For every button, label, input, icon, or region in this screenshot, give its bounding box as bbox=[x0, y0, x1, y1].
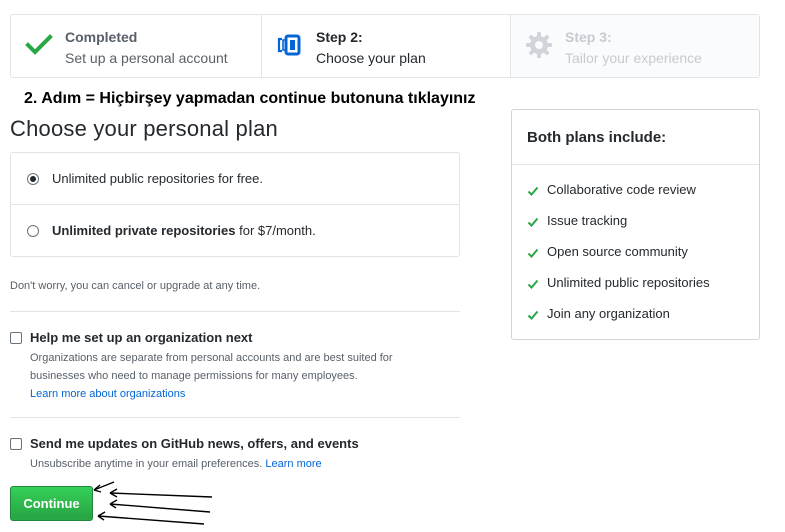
checkmark-icon bbox=[25, 34, 53, 55]
check-icon bbox=[527, 217, 539, 227]
repo-plan-icon bbox=[277, 34, 301, 56]
signup-steps: Completed Set up a personal account Step… bbox=[10, 14, 760, 78]
page-title: Choose your personal plan bbox=[10, 116, 278, 141]
step-2: Step 2: Choose your plan bbox=[261, 15, 510, 77]
list-item: Open source community bbox=[527, 244, 710, 275]
step-subtitle: Tailor your experience bbox=[565, 50, 702, 66]
step-completed: Completed Set up a personal account bbox=[11, 15, 261, 77]
step-title: Step 2: bbox=[316, 29, 363, 45]
list-item: Join any organization bbox=[527, 306, 710, 337]
panel-header: Both plans include: bbox=[512, 110, 759, 165]
feature-label: Unlimited public repositories bbox=[547, 275, 710, 290]
gear-icon bbox=[526, 32, 552, 58]
plans-include-panel: Both plans include: Collaborative code r… bbox=[511, 109, 760, 340]
step-subtitle: Choose your plan bbox=[316, 50, 426, 66]
divider bbox=[10, 311, 460, 312]
check-icon bbox=[527, 248, 539, 258]
updates-description: Unsubscribe anytime in your email prefer… bbox=[30, 455, 450, 473]
org-checkbox-label[interactable]: Help me set up an organization next bbox=[30, 330, 252, 345]
step-title: Completed bbox=[65, 29, 138, 45]
updates-description-text: Unsubscribe anytime in your email prefer… bbox=[30, 458, 263, 470]
check-icon bbox=[527, 310, 539, 320]
step-subtitle: Set up a personal account bbox=[65, 50, 228, 66]
plan-note: Don't worry, you can cancel or upgrade a… bbox=[10, 280, 261, 292]
plan-radio-private[interactable] bbox=[27, 225, 39, 237]
list-item: Issue tracking bbox=[527, 213, 710, 244]
plan-option-free[interactable]: Unlimited public repositories for free. bbox=[11, 153, 459, 205]
updates-checkbox-label[interactable]: Send me updates on GitHub news, offers, … bbox=[30, 436, 359, 451]
plan-options: Unlimited public repositories for free. … bbox=[10, 152, 460, 257]
feature-label: Collaborative code review bbox=[547, 182, 696, 197]
list-item: Collaborative code review bbox=[527, 182, 710, 213]
feature-list: Collaborative code review Issue tracking… bbox=[527, 182, 710, 337]
feature-label: Join any organization bbox=[547, 306, 670, 321]
pointer-arrows-annotation bbox=[93, 481, 213, 525]
feature-label: Issue tracking bbox=[547, 213, 628, 228]
step-title: Step 3: bbox=[565, 29, 612, 45]
check-icon bbox=[527, 186, 539, 196]
learn-more-link[interactable]: Learn more bbox=[265, 458, 321, 470]
step-3: Step 3: Tailor your experience bbox=[510, 15, 759, 77]
org-description-text: Organizations are separate from personal… bbox=[30, 352, 393, 382]
org-checkbox[interactable] bbox=[10, 332, 22, 344]
panel-title: Both plans include: bbox=[527, 129, 667, 146]
updates-checkbox[interactable] bbox=[10, 438, 22, 450]
list-item: Unlimited public repositories bbox=[527, 275, 710, 306]
plan-option-label: Unlimited private repositories for $7/mo… bbox=[52, 223, 316, 238]
org-description: Organizations are separate from personal… bbox=[30, 349, 450, 403]
feature-label: Open source community bbox=[547, 244, 688, 259]
plan-radio-free[interactable] bbox=[27, 173, 39, 185]
learn-more-organizations-link[interactable]: Learn more about organizations bbox=[30, 388, 185, 400]
divider bbox=[10, 417, 460, 418]
plan-option-label: Unlimited public repositories for free. bbox=[52, 171, 263, 186]
plan-option-private[interactable]: Unlimited private repositories for $7/mo… bbox=[11, 205, 459, 257]
check-icon bbox=[527, 279, 539, 289]
instruction-annotation: 2. Adım = Hiçbirşey yapmadan continue bu… bbox=[24, 90, 476, 107]
continue-button[interactable]: Continue bbox=[10, 486, 93, 521]
